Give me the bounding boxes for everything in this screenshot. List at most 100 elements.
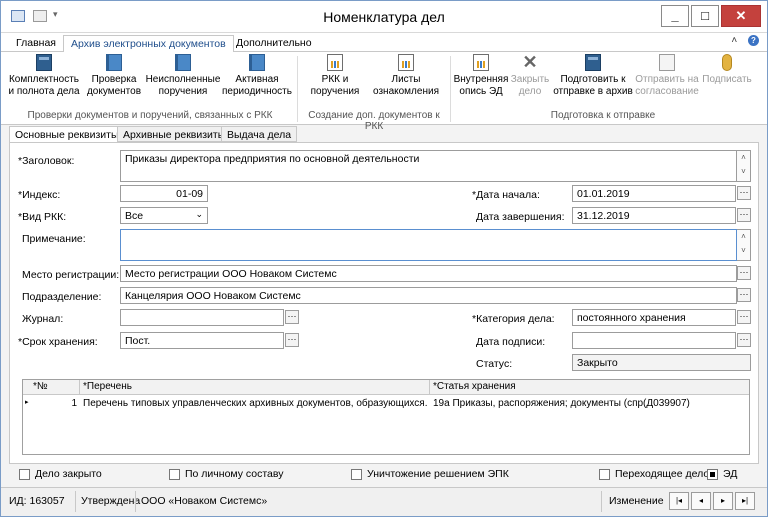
- place-field[interactable]: Место регистрации ООО Новаком Системс: [120, 265, 737, 282]
- close-case-button[interactable]: ✕ Закрыть дело: [509, 53, 551, 98]
- book-icon: [106, 54, 122, 71]
- date-start-picker-button[interactable]: ···: [737, 186, 751, 200]
- sign-button[interactable]: Подписать: [701, 54, 753, 86]
- date-end-picker-button[interactable]: ···: [737, 208, 751, 222]
- rkk-type-value: Все: [125, 210, 144, 222]
- group2-label: Создание доп. документов к РКК: [308, 110, 440, 132]
- group1-label: Проверки документов и поручений, связанн…: [27, 110, 273, 121]
- tab-case-issue[interactable]: Выдача дела: [221, 126, 298, 142]
- status-divider: [601, 491, 602, 512]
- film-icon: [36, 54, 52, 71]
- book-icon: [175, 54, 191, 71]
- approval-state: Утверждена: [81, 495, 141, 507]
- window-controls: _ □ ✕: [659, 5, 761, 27]
- note-scroll[interactable]: ˄ ˅: [737, 229, 751, 261]
- tab-additional[interactable]: Дополнительно: [229, 35, 319, 52]
- group3-label: Подготовка к отправке: [550, 110, 656, 121]
- maximize-button[interactable]: □: [691, 5, 719, 27]
- status-divider: [135, 491, 136, 512]
- column-header-list[interactable]: *Перечень: [83, 381, 132, 392]
- film-icon: [585, 54, 601, 71]
- sign-date-label: Дата подписи:: [476, 336, 546, 348]
- journal-picker-button[interactable]: ···: [285, 310, 299, 324]
- ribbon-divider: [450, 56, 451, 122]
- column-header-number[interactable]: *№: [33, 381, 48, 392]
- medal-icon: [722, 54, 732, 71]
- index-label: *Индекс:: [18, 189, 61, 201]
- edit-mode: Изменение: [609, 495, 664, 507]
- column-header-article[interactable]: *Статья хранения: [433, 381, 516, 392]
- next-record-button[interactable]: ▸: [713, 492, 733, 510]
- send-for-approval-button[interactable]: Отправить на согласование: [633, 54, 701, 98]
- title-bar: ▾ Номенклатура дел _ □ ✕: [1, 1, 767, 33]
- book-icon: [249, 54, 265, 71]
- category-field[interactable]: постоянного хранения: [572, 309, 736, 326]
- close-button[interactable]: ✕: [721, 5, 761, 27]
- sign-date-picker-button[interactable]: ···: [737, 333, 751, 347]
- completeness-button[interactable]: Комплектность и полнота дела: [5, 54, 83, 98]
- ribbon-controls: ˄ ?: [731, 35, 759, 46]
- category-picker-button[interactable]: ···: [737, 310, 751, 324]
- personal-label: По личному составу: [185, 468, 284, 480]
- index-field[interactable]: 01-09: [120, 185, 208, 202]
- previous-record-button[interactable]: ◂: [691, 492, 711, 510]
- department-field[interactable]: Канцелярия ООО Новаком Системс: [120, 287, 737, 304]
- check-documents-button[interactable]: Проверка документов: [85, 54, 143, 98]
- column-divider: [429, 380, 430, 395]
- destroy-checkbox[interactable]: [351, 469, 362, 480]
- unfulfilled-orders-button[interactable]: Неисполненные поручения: [145, 54, 221, 98]
- tab-main[interactable]: Главная: [9, 35, 63, 52]
- minimize-button[interactable]: _: [661, 5, 689, 27]
- status-bar: ИД: 163057 Утверждена ООО «Новаком Систе…: [1, 487, 767, 516]
- date-end-field[interactable]: 31.12.2019: [572, 207, 736, 224]
- status-divider: [75, 491, 76, 512]
- destroy-label: Уничтожение решением ЭПК: [367, 468, 509, 480]
- help-icon[interactable]: ?: [748, 35, 759, 46]
- prepare-to-send-button[interactable]: Подготовить к отправке в архив: [553, 54, 633, 98]
- case-closed-checkbox[interactable]: [19, 469, 30, 480]
- department-picker-button[interactable]: ···: [737, 288, 751, 302]
- transit-label: Переходящее дело: [615, 468, 710, 480]
- note-field[interactable]: [120, 229, 737, 261]
- sign-date-field[interactable]: [572, 332, 736, 349]
- tab-electronic-archive[interactable]: Архив электронных документов: [63, 35, 234, 53]
- form-panel: *Заголовок: Приказы директора предприяти…: [9, 142, 759, 464]
- chart-icon: [473, 54, 489, 71]
- personal-checkbox[interactable]: [169, 469, 180, 480]
- ribbon: Комплектность и полнота дела Проверка до…: [1, 52, 767, 132]
- rkk-orders-button[interactable]: РКК и поручения: [305, 54, 365, 98]
- record-id: ИД: 163057: [9, 495, 65, 507]
- familiarization-sheets-button[interactable]: Листы ознакомления: [369, 54, 443, 98]
- storage-term-picker-button[interactable]: ···: [285, 333, 299, 347]
- title-scroll[interactable]: ˄ ˅: [737, 150, 751, 182]
- last-record-button[interactable]: ▸|: [735, 492, 755, 510]
- table-header: *№ *Перечень *Статья хранения: [23, 380, 749, 395]
- storage-term-field[interactable]: Пост.: [120, 332, 284, 349]
- department-label: Подразделение:: [22, 291, 102, 303]
- tab-archive-requisites[interactable]: Архивные реквизиты: [117, 126, 232, 142]
- title-field[interactable]: Приказы директора предприятия по основно…: [120, 150, 737, 182]
- row-list: Перечень типовых управленческих архивных…: [83, 398, 427, 409]
- journal-field[interactable]: [120, 309, 284, 326]
- internal-inventory-button[interactable]: Внутренняя опись ЭД: [453, 54, 509, 98]
- active-periodicity-button[interactable]: Активная периодичность: [221, 54, 293, 98]
- date-start-field[interactable]: 01.01.2019: [572, 185, 736, 202]
- rkk-type-select[interactable]: Все ⌄: [120, 207, 208, 224]
- table-row[interactable]: ▸ 1 Перечень типовых управленческих архи…: [23, 397, 749, 411]
- first-record-button[interactable]: |◂: [669, 492, 689, 510]
- transit-checkbox[interactable]: [599, 469, 610, 480]
- row-pointer-icon: ▸: [25, 399, 29, 406]
- chart-icon: [327, 54, 343, 71]
- title-label: *Заголовок:: [18, 155, 75, 167]
- window-title: Номенклатура дел: [323, 9, 445, 25]
- tab-main-requisites[interactable]: Основные реквизиты: [9, 126, 125, 143]
- ed-checkbox[interactable]: [707, 469, 718, 480]
- case-closed-label: Дело закрыто: [35, 468, 102, 480]
- storage-articles-table: *№ *Перечень *Статья хранения ▸ 1 Перече…: [22, 379, 750, 455]
- collapse-ribbon-icon[interactable]: ˄: [731, 35, 737, 46]
- journal-label: Журнал:: [22, 313, 64, 325]
- place-picker-button[interactable]: ···: [737, 266, 751, 280]
- row-article: 19а Приказы, распоряжения; документы (сп…: [433, 398, 690, 409]
- row-number: 1: [71, 398, 77, 409]
- date-start-label: *Дата начала:: [472, 189, 540, 201]
